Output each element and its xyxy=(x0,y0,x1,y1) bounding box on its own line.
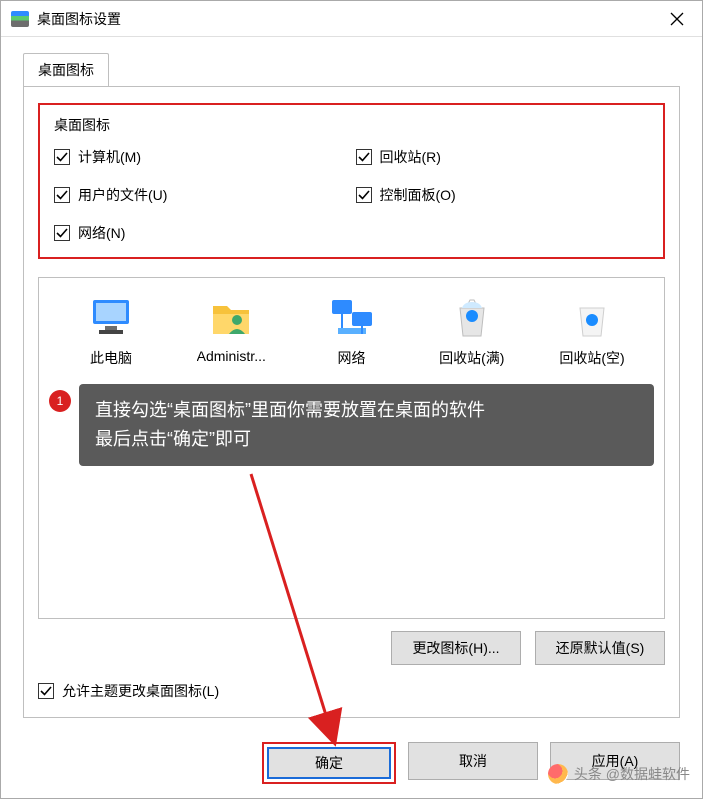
checkbox-label: 允许主题更改桌面图标(L) xyxy=(62,681,219,701)
close-button[interactable] xyxy=(662,9,692,29)
window-title: 桌面图标设置 xyxy=(37,9,121,29)
checkmark-icon xyxy=(356,187,372,203)
network-icon xyxy=(328,294,376,342)
restore-default-button[interactable]: 还原默认值(S) xyxy=(535,631,665,665)
titlebar: 桌面图标设置 xyxy=(1,1,702,37)
hint-line2: 最后点击“确定”即可 xyxy=(95,429,251,449)
tab-panel: 桌面图标 计算机(M) 回收站(R) 用户的文件(U) xyxy=(23,86,680,718)
checkbox-user-files[interactable]: 用户的文件(U) xyxy=(54,185,348,205)
change-icon-button[interactable]: 更改图标(H)... xyxy=(391,631,521,665)
dialog-window: 桌面图标设置 桌面图标 桌面图标 计算机(M) 回收站(R) xyxy=(0,0,703,799)
tab-desktop-icons[interactable]: 桌面图标 xyxy=(23,53,109,87)
icon-recycle-empty[interactable]: 回收站(空) xyxy=(542,294,642,368)
icon-user-folder[interactable]: Administr... xyxy=(181,294,281,368)
checkbox-allow-theme[interactable]: 允许主题更改桌面图标(L) xyxy=(38,681,665,701)
icon-this-pc[interactable]: 此电脑 xyxy=(61,294,161,368)
watermark-logo-icon xyxy=(548,764,568,784)
checkbox-label: 控制面板(O) xyxy=(380,185,456,205)
checkbox-recycle-bin[interactable]: 回收站(R) xyxy=(356,147,650,167)
checkmark-icon xyxy=(54,225,70,241)
icon-label: 网络 xyxy=(338,348,366,368)
monitor-icon xyxy=(87,294,135,342)
ok-button[interactable]: 确定 xyxy=(267,747,391,779)
icon-network[interactable]: 网络 xyxy=(302,294,402,368)
checkmark-icon xyxy=(356,149,372,165)
cancel-button[interactable]: 取消 xyxy=(408,742,538,780)
watermark-text: 头条 @数据蛙软件 xyxy=(574,764,690,784)
annotation-text: 直接勾选“桌面图标”里面你需要放置在桌面的软件 最后点击“确定”即可 xyxy=(79,384,654,466)
checkbox-label: 回收站(R) xyxy=(380,147,441,167)
recycle-bin-full-icon xyxy=(448,294,496,342)
checkmark-icon xyxy=(38,683,54,699)
desktop-icons-group: 桌面图标 计算机(M) 回收站(R) 用户的文件(U) xyxy=(38,103,665,259)
icon-label: 回收站(空) xyxy=(559,348,624,368)
checkbox-computer[interactable]: 计算机(M) xyxy=(54,147,348,167)
checkbox-control-panel[interactable]: 控制面板(O) xyxy=(356,185,650,205)
checkmark-icon xyxy=(54,187,70,203)
group-title: 桌面图标 xyxy=(54,115,649,135)
icon-label: Administr... xyxy=(197,348,266,364)
hint-line1: 直接勾选“桌面图标”里面你需要放置在桌面的软件 xyxy=(95,400,485,420)
app-icon xyxy=(11,11,29,27)
icon-label: 回收站(满) xyxy=(439,348,504,368)
close-icon xyxy=(670,12,684,26)
folder-user-icon xyxy=(207,294,255,342)
icon-label: 此电脑 xyxy=(90,348,132,368)
checkbox-label: 网络(N) xyxy=(78,223,125,243)
checkbox-label: 计算机(M) xyxy=(78,147,141,167)
ok-highlight: 确定 xyxy=(262,742,396,784)
checkbox-label: 用户的文件(U) xyxy=(78,185,167,205)
annotation-badge: 1 xyxy=(49,390,71,412)
checkmark-icon xyxy=(54,149,70,165)
icon-preview-panel: 此电脑 Administr... 网络 xyxy=(38,277,665,619)
icon-recycle-full[interactable]: 回收站(满) xyxy=(422,294,522,368)
recycle-bin-empty-icon xyxy=(568,294,616,342)
checkbox-network[interactable]: 网络(N) xyxy=(54,223,348,243)
watermark: 头条 @数据蛙软件 xyxy=(548,764,690,784)
